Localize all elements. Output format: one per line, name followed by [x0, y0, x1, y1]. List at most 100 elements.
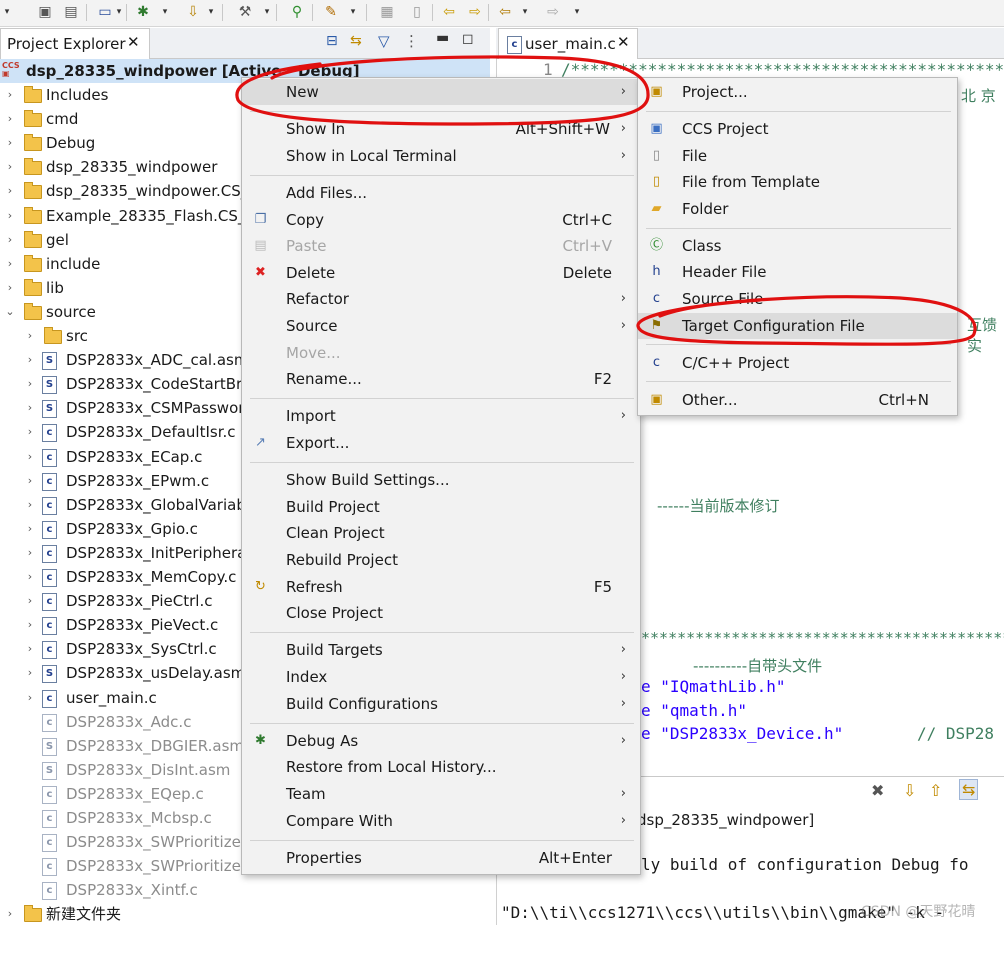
menu-item-c-c-project[interactable]: c C/C++ Project	[638, 350, 957, 376]
menu-item-ccs-project[interactable]: ▣ CCS Project	[638, 116, 957, 142]
chevron-right-icon[interactable]: ›	[24, 348, 36, 372]
close-icon[interactable]: ✕	[617, 33, 630, 51]
edit-icon[interactable]: ▦	[378, 3, 396, 21]
chevron-right-icon[interactable]: ›	[24, 565, 36, 589]
dropdown-arrow-icon[interactable]: ▾	[160, 3, 170, 21]
minimize-icon[interactable]: ▬	[436, 30, 449, 46]
menu-item-file[interactable]: ▯ File	[638, 143, 957, 169]
chevron-right-icon[interactable]: ›	[24, 613, 36, 637]
chevron-right-icon[interactable]: ›	[4, 131, 16, 155]
menu-item-show-build-settings[interactable]: Show Build Settings...	[242, 467, 640, 493]
chevron-right-icon[interactable]: ›	[24, 517, 36, 541]
forward-icon[interactable]: ⇨	[544, 3, 562, 21]
next-annotation-icon[interactable]: ⇨	[466, 3, 484, 21]
dropdown-arrow-icon[interactable]: ▾	[520, 3, 530, 21]
menu-item-copy[interactable]: ❐ Copy Ctrl+C	[242, 207, 640, 233]
menu-item-rebuild-project[interactable]: Rebuild Project	[242, 547, 640, 573]
dropdown-arrow-icon[interactable]: ▾	[262, 3, 272, 21]
search-icon[interactable]: ⚲	[288, 3, 306, 21]
dropdown-arrow-icon[interactable]: ▾	[348, 3, 358, 21]
menu-item-show-in-local-terminal[interactable]: Show in Local Terminal ›	[242, 143, 640, 169]
menu-item-refactor[interactable]: Refactor ›	[242, 286, 640, 312]
flash-icon[interactable]: ⇩	[184, 3, 202, 21]
menu-item-close-project[interactable]: Close Project	[242, 600, 640, 626]
dropdown-arrow-icon[interactable]: ▾	[114, 3, 124, 21]
tab-project-explorer[interactable]: Project Explorer ✕	[0, 28, 150, 59]
link-icon[interactable]: ⇆	[959, 779, 979, 800]
chevron-right-icon[interactable]: ›	[24, 589, 36, 613]
chevron-right-icon[interactable]: ›	[4, 204, 16, 228]
menu-item-class[interactable]: Ⓒ Class	[638, 233, 957, 259]
menu-item-restore-from-local-history[interactable]: Restore from Local History...	[242, 754, 640, 780]
chevron-right-icon[interactable]: ›	[4, 252, 16, 276]
menu-item-export[interactable]: ↗ Export...	[242, 430, 640, 456]
chevron-right-icon[interactable]: ›	[4, 155, 16, 179]
menu-item-paste[interactable]: ▤ Paste Ctrl+V	[242, 233, 640, 259]
tab-user-main[interactable]: c user_main.c ✕	[498, 28, 638, 59]
menu-item-team[interactable]: Team ›	[242, 781, 640, 807]
link-editor-icon[interactable]: ⇆	[350, 33, 362, 49]
page-icon[interactable]: ▯	[408, 3, 426, 21]
chevron-right-icon[interactable]: ›	[4, 902, 16, 926]
chevron-right-icon[interactable]: ›	[4, 107, 16, 131]
menu-item-new[interactable]: New ›	[242, 79, 640, 105]
dropdown-arrow-icon[interactable]: ▾	[572, 3, 582, 21]
menu-item-move[interactable]: Move...	[242, 340, 640, 366]
build-hammer-icon[interactable]: ⚒	[236, 3, 254, 21]
tree-item[interactable]: c DSP2833x_Xintf.c	[0, 878, 490, 902]
menu-item-properties[interactable]: Properties Alt+Enter	[242, 845, 640, 871]
menu-item-debug-as[interactable]: ✱ Debug As ›	[242, 728, 640, 754]
menu-item-compare-with[interactable]: Compare With ›	[242, 808, 640, 834]
chevron-right-icon[interactable]: ›	[24, 637, 36, 661]
debug-icon[interactable]: ✱	[134, 3, 152, 21]
chevron-right-icon[interactable]: ›	[4, 83, 16, 107]
prev-annotation-icon[interactable]: ⇦	[440, 3, 458, 21]
menu-item-show-in[interactable]: Show In Alt+Shift+W ›	[242, 116, 640, 142]
chevron-right-icon[interactable]: ›	[24, 324, 36, 348]
chevron-right-icon[interactable]: ›	[24, 493, 36, 517]
chevron-right-icon[interactable]: ›	[4, 276, 16, 300]
menu-item-file-from-template[interactable]: ▯ File from Template	[638, 169, 957, 195]
maximize-icon[interactable]: ◻	[462, 31, 474, 47]
menu-item-add-files[interactable]: Add Files...	[242, 180, 640, 206]
chevron-right-icon[interactable]: ›	[24, 396, 36, 420]
chevron-right-icon[interactable]: ›	[24, 469, 36, 493]
chevron-right-icon[interactable]: ›	[24, 445, 36, 469]
chevron-right-icon[interactable]: ›	[24, 661, 36, 685]
close-icon[interactable]: ✕	[127, 33, 140, 51]
dropdown-arrow-icon[interactable]: ▾	[206, 3, 216, 21]
menu-item-build-targets[interactable]: Build Targets ›	[242, 637, 640, 663]
menu-item-source[interactable]: Source ›	[242, 313, 640, 339]
scroll-up-icon[interactable]: ⇧	[929, 781, 942, 800]
menu-item-delete[interactable]: ✖ Delete Delete	[242, 260, 640, 286]
menu-item-folder[interactable]: ▰ Folder	[638, 196, 957, 222]
dropdown-arrow-icon[interactable]: ▾	[2, 3, 12, 21]
terminal-icon[interactable]: ▭	[96, 3, 114, 21]
menu-item-clean-project[interactable]: Clean Project	[242, 520, 640, 546]
chevron-right-icon[interactable]: ›	[4, 179, 16, 203]
tree-item[interactable]: › 新建文件夹	[0, 902, 490, 926]
pin-icon[interactable]: ✎	[322, 3, 340, 21]
menu-item-import[interactable]: Import ›	[242, 403, 640, 429]
menu-item-header-file[interactable]: h Header File	[638, 259, 957, 285]
menu-item-build-configurations[interactable]: Build Configurations ›	[242, 691, 640, 717]
filter-icon[interactable]: ▽	[378, 32, 390, 50]
save-all-icon[interactable]: ▤	[62, 3, 80, 21]
back-icon[interactable]: ⇦	[496, 3, 514, 21]
chevron-right-icon[interactable]: ›	[4, 228, 16, 252]
menu-item-refresh[interactable]: ↻ Refresh F5	[242, 574, 640, 600]
save-icon[interactable]: ▣	[36, 3, 54, 21]
menu-item-other[interactable]: ▣ Other... Ctrl+N	[638, 387, 957, 413]
scroll-down-icon[interactable]: ⇩	[903, 781, 916, 800]
chevron-right-icon[interactable]: ›	[24, 541, 36, 565]
menu-item-project[interactable]: ▣ Project...	[638, 79, 957, 105]
menu-item-target-configuration-file[interactable]: ⚑ Target Configuration File	[638, 312, 957, 339]
menu-item-index[interactable]: Index ›	[242, 664, 640, 690]
remove-launch-icon[interactable]: ✖	[871, 781, 884, 800]
view-menu-icon[interactable]: ⋮	[404, 32, 419, 50]
menu-item-build-project[interactable]: Build Project	[242, 494, 640, 520]
menu-item-source-file[interactable]: c Source File	[638, 286, 957, 312]
collapse-all-icon[interactable]: ⊟	[326, 33, 338, 49]
menu-item-rename[interactable]: Rename... F2	[242, 366, 640, 392]
chevron-right-icon[interactable]: ›	[24, 372, 36, 396]
